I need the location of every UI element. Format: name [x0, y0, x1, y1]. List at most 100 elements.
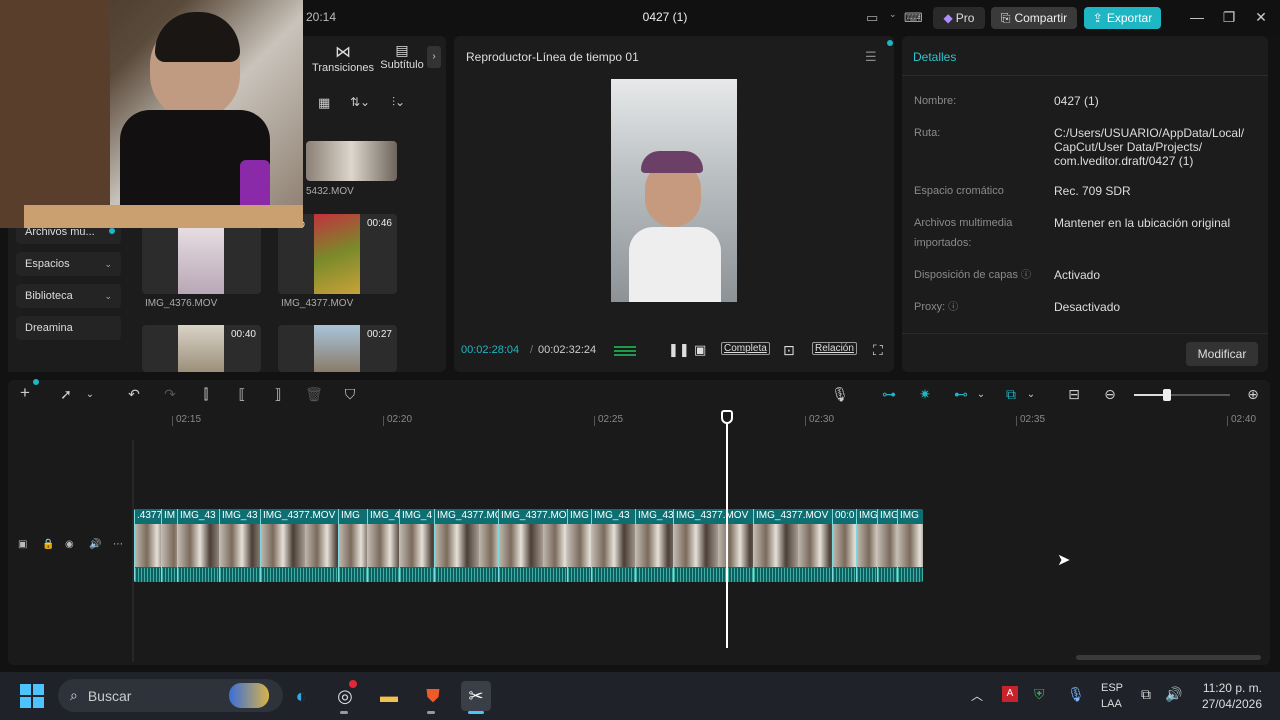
close-button[interactable]: ✕ [1251, 9, 1271, 26]
microphone-icon[interactable]: 🎙 [830, 386, 850, 403]
render-icon[interactable]: ▣ [694, 342, 706, 358]
timeline-clip[interactable]: IMG [338, 509, 367, 582]
layout-icon[interactable]: ▭ [866, 10, 878, 26]
cover-icon[interactable]: ▣ [18, 539, 27, 550]
magnet-link-icon[interactable]: ⊶ [879, 386, 899, 403]
zoom-out-icon[interactable]: ⊖ [1100, 386, 1120, 403]
start-button[interactable] [20, 684, 44, 708]
timeline-clip[interactable]: 00:0 [832, 509, 856, 582]
timeline-clip[interactable]: .4377 [134, 509, 161, 582]
link-clips-icon[interactable]: ⊷ [951, 386, 971, 403]
keyboard-icon[interactable]: ⌨ [904, 10, 923, 26]
modify-button[interactable]: Modificar [1186, 342, 1258, 366]
info-icon[interactable]: ⓘ [948, 302, 958, 313]
clip-waveform [857, 568, 877, 582]
chevron-down-icon[interactable]: ⌄ [971, 389, 991, 400]
keyboard-layout[interactable]: LAA [1101, 698, 1122, 710]
tab-transitions[interactable]: ⋈ Transiciones [310, 42, 376, 74]
fullscreen-icon[interactable]: ⛶ [873, 342, 883, 359]
info-icon[interactable]: ⓘ [1021, 270, 1031, 281]
auto-snap-icon[interactable]: ✷ [915, 386, 935, 403]
timeline-clip[interactable]: IMG_43 [591, 509, 635, 582]
sidebar-item-dreamina[interactable]: Dreamina [16, 316, 121, 340]
pro-button[interactable]: ◆ Pro [933, 7, 985, 29]
timeline-clip[interactable]: IMG_4377.MOV [673, 509, 753, 582]
export-button[interactable]: ⇪ Exportar [1084, 7, 1161, 29]
capcut-icon[interactable]: ✂ [461, 681, 491, 711]
volume-icon[interactable]: 🔊 [1165, 686, 1182, 703]
timeline-clip[interactable]: IMG_43 [177, 509, 219, 582]
preview-axis-icon[interactable]: ⧉ [1001, 386, 1021, 403]
timeline-clip[interactable]: IMG_4 [399, 509, 434, 582]
delete-icon[interactable]: 🗑 [304, 386, 324, 403]
trim-right-icon[interactable]: ⟧ [268, 386, 288, 403]
sidebar-item-library[interactable]: Biblioteca ⌄ [16, 284, 121, 308]
share-button[interactable]: ⎘ Compartir [991, 7, 1077, 29]
full-quality-button[interactable]: Completa [721, 342, 770, 355]
redo-icon[interactable]: ↷ [160, 386, 180, 403]
undo-icon[interactable]: ↶ [124, 386, 144, 403]
restore-button[interactable]: ❐ [1219, 9, 1239, 26]
tabs-scroll-right-button[interactable]: › [427, 46, 441, 68]
chevron-down-icon[interactable]: ⌄ [1021, 389, 1041, 400]
chevron-down-icon[interactable]: ⌄ [80, 389, 100, 400]
lock-icon[interactable]: 🔒 [42, 539, 54, 550]
sidebar-item-spaces[interactable]: Espacios ⌄ [16, 252, 121, 276]
timeline-clip[interactable]: IM [161, 509, 177, 582]
menu-icon[interactable]: ☰ [865, 49, 877, 65]
zoom-slider-handle[interactable] [1163, 389, 1171, 401]
timeline-clip[interactable]: IMG_43 [635, 509, 673, 582]
clock-time[interactable]: 11:20 p. m. [1196, 681, 1262, 695]
tab-subtitle[interactable]: ▤ Subtítulo [380, 42, 424, 71]
media-thumbnail[interactable]: 00:27 [278, 325, 397, 372]
filter-icon[interactable]: ⫶⌄ [392, 95, 405, 110]
security-icon[interactable]: ⛨ [1034, 686, 1045, 703]
timeline-clip[interactable]: IMG [877, 509, 897, 582]
video-track[interactable]: .4377 IM IMG_43 IMG_43 IMG_4377.MOV IMG IMG_4 I… [134, 509, 923, 582]
zoom-in-icon[interactable]: ⊕ [1243, 386, 1263, 403]
zoom-preview-icon[interactable]: ⊡ [783, 342, 795, 359]
timeline-clip[interactable]: IMG_4377.MOV [753, 509, 832, 582]
grid-view-icon[interactable]: ▦ [318, 95, 330, 111]
taskbar-search[interactable]: ⌕ Buscar [58, 679, 283, 712]
media-thumbnail[interactable] [306, 141, 397, 181]
select-tool-icon[interactable]: ➚ [56, 386, 76, 403]
media-thumbnail[interactable]: 00:40 [142, 325, 261, 372]
marker-icon[interactable]: ⛉ [340, 386, 360, 403]
timeline-scrollbar[interactable] [1076, 655, 1261, 660]
speaker-icon[interactable]: 🔊 [89, 539, 101, 550]
timeline-clip[interactable]: IMG [897, 509, 923, 582]
clock-date[interactable]: 27/04/2026 [1196, 697, 1262, 711]
timeline-clip[interactable]: IMG [856, 509, 877, 582]
edge-icon[interactable]: ◐ [286, 681, 316, 711]
layout-dropdown-icon[interactable]: ⌄ [889, 9, 897, 20]
timeline-clip[interactable]: IMG_4377.MOV [498, 509, 567, 582]
file-explorer-icon[interactable]: ▬ [374, 681, 404, 711]
pause-button[interactable]: ❚❚ [668, 342, 690, 358]
eye-icon[interactable]: ◉ [65, 539, 74, 550]
split-icon[interactable]: ⫿ [196, 386, 216, 403]
aspect-ratio-button[interactable]: Relación [812, 342, 857, 355]
timeline-clip[interactable]: IMG [567, 509, 591, 582]
minimize-button[interactable]: — [1187, 9, 1207, 25]
trim-left-icon[interactable]: ⟦ [232, 386, 252, 403]
timeline-clip[interactable]: IMG_43 [219, 509, 260, 582]
playhead-handle[interactable] [721, 410, 733, 424]
more-icon[interactable]: ⋯ [113, 539, 123, 550]
show-hidden-icons[interactable]: ︿ [971, 687, 983, 704]
microphone-tray-icon[interactable]: 🎙 [1067, 686, 1085, 703]
language-indicator[interactable]: ESP [1101, 682, 1123, 694]
timeline-clip[interactable]: IMG_4 [367, 509, 399, 582]
timeline-clip[interactable]: IMG_4377.MC [434, 509, 498, 582]
zoom-slider[interactable] [1134, 389, 1230, 401]
thumbnail-toggle-icon[interactable]: ⊟ [1064, 386, 1084, 403]
brave-icon[interactable]: ⛊ [418, 681, 448, 711]
display-icon[interactable]: ⧉ [1141, 686, 1151, 703]
add-track-button[interactable]: + [15, 383, 35, 403]
amd-icon[interactable]: A [1002, 686, 1018, 702]
timeline-clip[interactable]: IMG_4377.MOV [260, 509, 338, 582]
sort-icon[interactable]: ⇅⌄ [350, 95, 370, 109]
ruler-label: 02:40 [1231, 414, 1257, 425]
playhead[interactable] [726, 418, 728, 648]
thumbnail-image [178, 325, 224, 372]
